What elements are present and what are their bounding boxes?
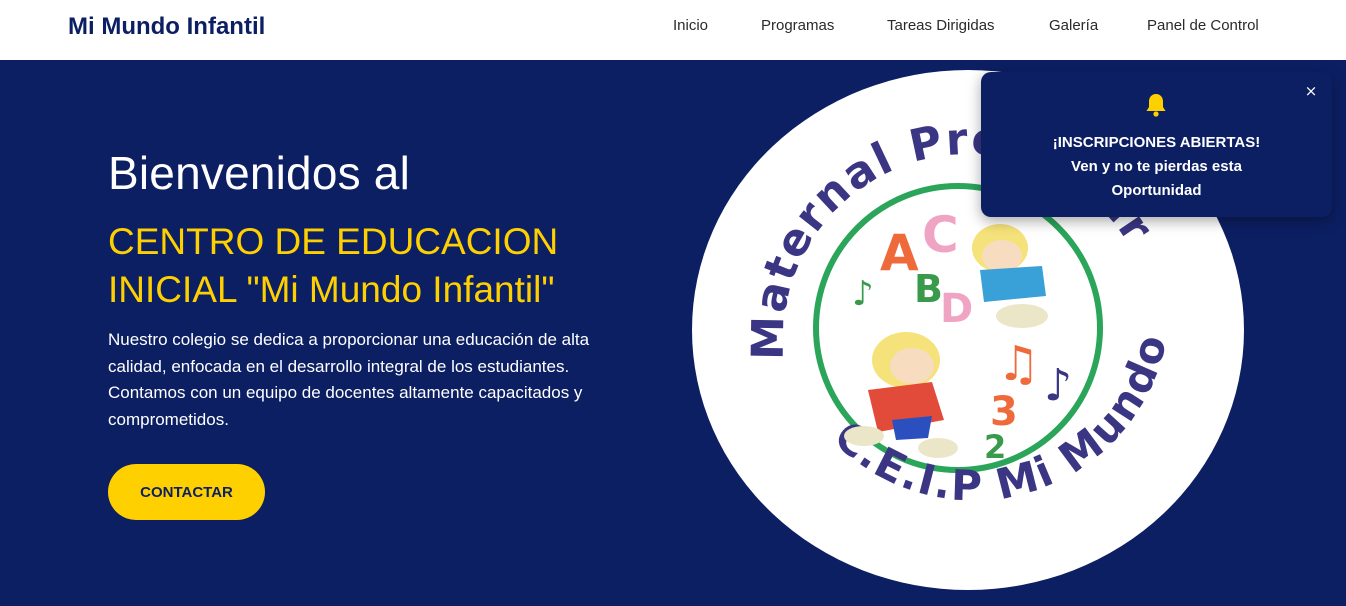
- svg-text:♫: ♫: [997, 336, 1040, 392]
- svg-text:B: B: [914, 267, 943, 311]
- logo-illustration: A C B D 3 2 ♪ ♫ ♪: [844, 206, 1072, 466]
- svg-text:D: D: [940, 286, 973, 332]
- hero-title: Bienvenidos al: [108, 147, 411, 199]
- hero-subtitle-line2: INICIAL "Mi Mundo Infantil": [108, 269, 555, 310]
- contact-button[interactable]: CONTACTAR: [108, 464, 265, 520]
- hero-description: Nuestro colegio se dedica a proporcionar…: [108, 330, 590, 429]
- svg-text:♪: ♪: [852, 274, 874, 314]
- nav-link-panel-de-control[interactable]: Panel de Control: [1147, 17, 1259, 34]
- nav-link-programas[interactable]: Programas: [761, 17, 834, 34]
- popup-line3: Oportunidad: [1111, 182, 1202, 199]
- nav-link-galeria[interactable]: Galería: [1049, 17, 1098, 34]
- popup-close-button[interactable]: ×: [1302, 82, 1320, 100]
- hero-subtitle: CENTRO DE EDUCACION INICIAL "Mi Mundo In…: [108, 218, 668, 314]
- bell-icon: [1146, 94, 1166, 117]
- svg-text:♪: ♪: [1044, 360, 1072, 411]
- brand-logo-link[interactable]: Mi Mundo Infantil: [68, 13, 265, 41]
- nav-link-inicio[interactable]: Inicio: [673, 17, 708, 34]
- enrollment-popup: × ¡INSCRIPCIONES ABIERTAS! Ven y no te p…: [981, 72, 1332, 217]
- top-navbar: Mi Mundo Infantil Inicio Programas Tarea…: [0, 0, 1346, 60]
- svg-text:2: 2: [984, 428, 1006, 466]
- popup-message: ¡INSCRIPCIONES ABIERTAS! Ven y no te pie…: [981, 131, 1332, 203]
- popup-line2: Ven y no te pierdas esta: [1071, 158, 1242, 175]
- hero-subtitle-line1: CENTRO DE EDUCACION: [108, 221, 559, 262]
- svg-text:C: C: [922, 206, 959, 264]
- nav-link-tareas-dirigidas[interactable]: Tareas Dirigidas: [887, 17, 995, 34]
- popup-line1: ¡INSCRIPCIONES ABIERTAS!: [1052, 134, 1261, 151]
